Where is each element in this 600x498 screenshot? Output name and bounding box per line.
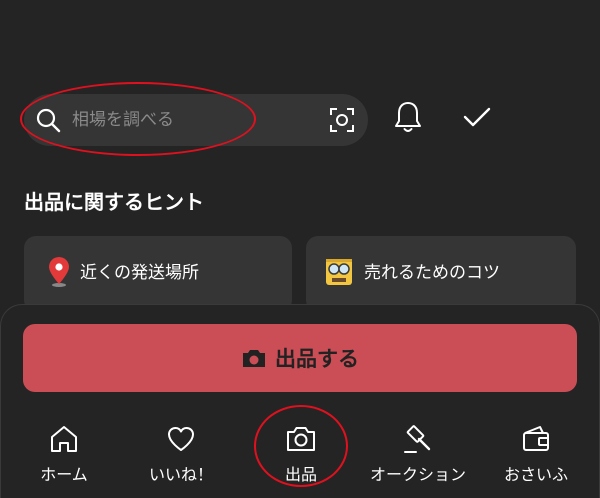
scan-icon[interactable] — [328, 106, 356, 134]
location-pin-icon — [49, 257, 69, 287]
sell-tab-highlight-annotation — [254, 405, 348, 487]
hints-section-title: 出品に関するヒント — [24, 190, 204, 214]
app-screen: 出品に関するヒント 近くの発送場所 売れるためのコツ 出品する — [0, 0, 600, 498]
tips-character-icon — [326, 259, 352, 285]
nav-label: ホーム — [40, 465, 88, 484]
hint-card-selling-tips[interactable]: 売れるためのコツ — [306, 236, 576, 312]
search-highlight-annotation — [20, 82, 256, 156]
camera-icon — [243, 350, 265, 367]
nav-label: おさいふ — [503, 465, 568, 484]
nav-item-wallet[interactable]: おさいふ — [481, 423, 591, 489]
nav-item-home[interactable]: ホーム — [9, 423, 119, 489]
check-icon[interactable] — [462, 104, 492, 130]
heart-icon — [168, 427, 194, 451]
nav-label: いいね！ — [148, 465, 213, 484]
wallet-icon — [523, 426, 549, 451]
sell-button[interactable]: 出品する — [23, 324, 577, 392]
bell-icon[interactable] — [392, 100, 424, 134]
nav-label: オークション — [369, 465, 466, 484]
sell-button-label: 出品する — [275, 347, 359, 371]
nav-item-auction[interactable]: オークション — [363, 423, 473, 489]
hint-card-label: 近くの発送場所 — [80, 263, 199, 283]
hint-card-nearby-shipping[interactable]: 近くの発送場所 — [24, 236, 292, 312]
nav-item-likes[interactable]: いいね！ — [126, 423, 236, 489]
hint-card-label: 売れるためのコツ — [364, 263, 500, 283]
home-icon — [51, 426, 77, 452]
gavel-icon — [404, 425, 431, 453]
